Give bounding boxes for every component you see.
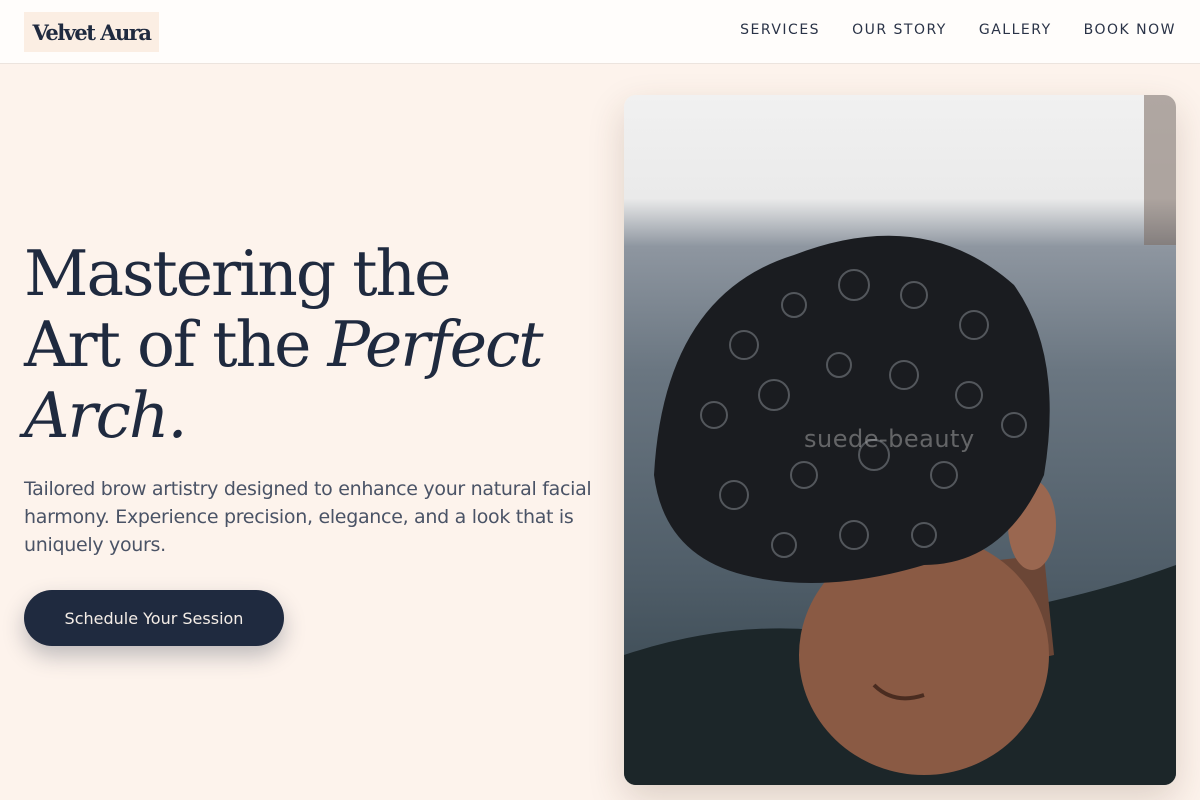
main-nav: SERVICES OUR STORY GALLERY BOOK NOW bbox=[740, 22, 1176, 38]
brand-logo[interactable]: Velvet Aura bbox=[24, 12, 159, 52]
top-navbar: Velvet Aura SERVICES OUR STORY GALLERY B… bbox=[0, 0, 1200, 64]
hero-title: Mastering the Art of the Perfect Arch. bbox=[24, 238, 604, 451]
hair-shape bbox=[654, 235, 1050, 583]
nav-link-our-story[interactable]: OUR STORY bbox=[852, 22, 947, 38]
background-post bbox=[1144, 95, 1176, 245]
hero-description: Tailored brow artistry designed to enhan… bbox=[24, 478, 592, 556]
nav-link-gallery[interactable]: GALLERY bbox=[979, 22, 1052, 38]
hero-title-italic-arch: Arch. bbox=[24, 379, 187, 452]
nav-link-book-now[interactable]: BOOK NOW bbox=[1084, 22, 1176, 38]
nav-link-services[interactable]: SERVICES bbox=[740, 22, 820, 38]
hero-title-line1: Mastering the bbox=[24, 237, 451, 310]
watermark-text: suede-beauty bbox=[804, 425, 975, 453]
schedule-session-button[interactable]: Schedule Your Session bbox=[24, 590, 284, 646]
hero-title-italic-perfect: Perfect bbox=[327, 308, 543, 381]
hero-title-line2: Art of the bbox=[24, 308, 328, 381]
hero-photo: suede-beauty bbox=[624, 95, 1176, 785]
